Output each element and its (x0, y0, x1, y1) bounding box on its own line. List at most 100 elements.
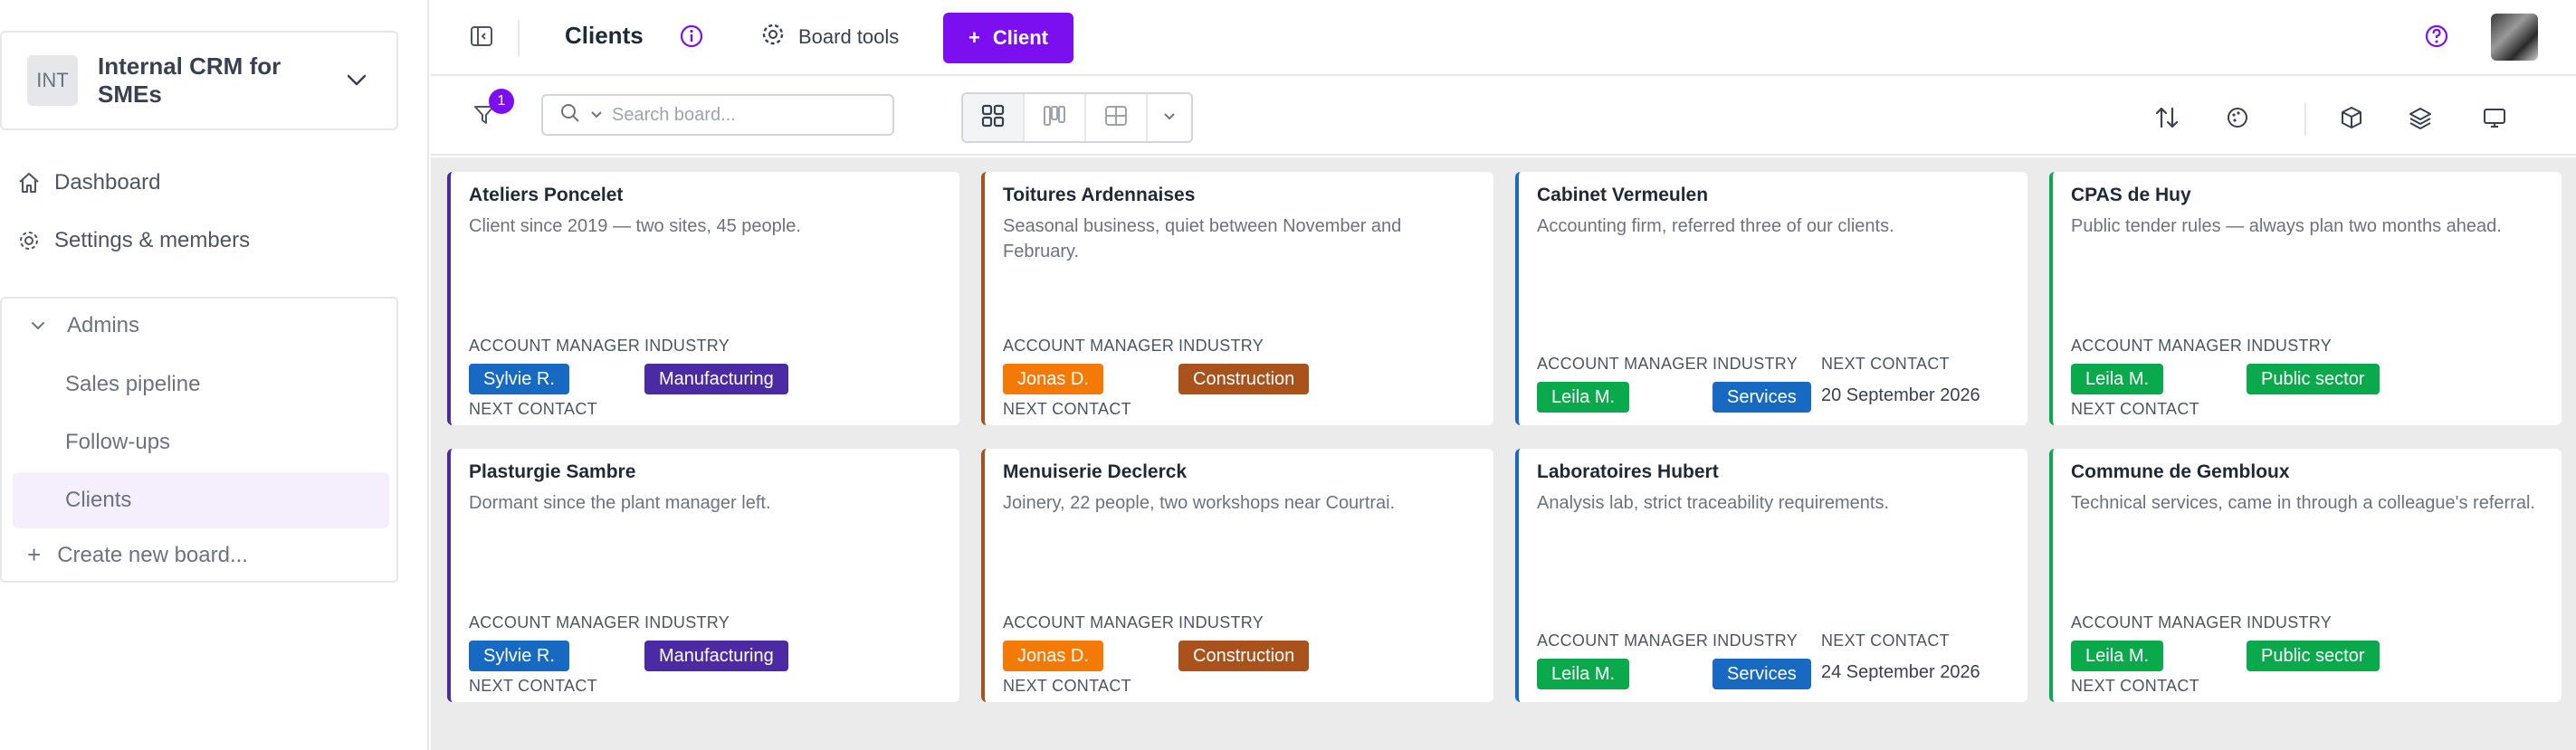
card-title: Commune de Gembloux (2071, 461, 2290, 482)
monitor-icon[interactable] (2478, 101, 2511, 134)
account-manager-tag: Jonas D. (1003, 641, 1103, 671)
board-tools-button[interactable]: Board tools (760, 22, 899, 52)
group-header-admins[interactable]: Admins (31, 313, 139, 338)
chevron-down-icon[interactable] (590, 110, 603, 119)
info-icon[interactable] (679, 24, 704, 49)
create-board-label: Create new board... (57, 542, 248, 567)
field-label-account-manager: ACCOUNT MANAGER (469, 337, 641, 355)
page-title: Clients (565, 22, 644, 49)
field-label-industry: INDUSTRY (1178, 613, 1264, 631)
industry-tag: Construction (1178, 641, 1310, 671)
board-item-follow-ups[interactable]: Follow-ups (13, 414, 389, 470)
nav-settings-label: Settings & members (54, 228, 251, 252)
field-label-industry: INDUSTRY (2247, 337, 2333, 355)
kanban-view-button[interactable] (1025, 94, 1086, 141)
industry-tag: Public sector (2247, 364, 2380, 394)
client-card[interactable]: Toitures Ardennaises Seasonal business, q… (981, 172, 1493, 425)
field-label-next-contact: NEXT CONTACT (1003, 400, 1131, 418)
board-item-sales-pipeline[interactable]: Sales pipeline (13, 356, 389, 413)
sort-icon[interactable] (2151, 101, 2183, 134)
client-card[interactable]: Plasturgie Sambre Dormant since the plant… (447, 449, 959, 702)
add-client-label: Client (992, 26, 1048, 49)
field-label-account-manager: ACCOUNT MANAGER (2071, 613, 2243, 631)
nav-dashboard-label: Dashboard (54, 170, 161, 195)
avatar[interactable] (2491, 14, 2538, 61)
search-box[interactable] (541, 94, 894, 136)
account-manager-tag: Sylvie R. (469, 364, 569, 394)
workspace-avatar: INT (27, 55, 78, 106)
filter-count-badge: 1 (489, 89, 514, 114)
account-manager-tag: Leila M. (1537, 382, 1630, 413)
client-card[interactable]: Commune de Gembloux Technical services, c… (2049, 449, 2562, 702)
nav-settings[interactable]: Settings & members (16, 228, 250, 253)
account-manager-tag: Leila M. (2071, 364, 2164, 394)
nav-dashboard[interactable]: Dashboard (16, 170, 160, 195)
card-description: Dormant since the plant manager left. (469, 493, 771, 513)
workspace-switcher[interactable]: INT Internal CRM for SMEs (0, 31, 398, 130)
client-card[interactable]: Menuiserie Declerck Joinery, 22 people, t… (981, 449, 1493, 702)
kanban-icon (1042, 103, 1067, 133)
industry-tag: Manufacturing (644, 641, 788, 671)
card-title: Laboratoires Hubert (1537, 461, 1719, 482)
palette-icon[interactable] (2221, 101, 2254, 134)
industry-tag: Services (1713, 382, 1811, 413)
chevron-down-icon (1163, 109, 1176, 126)
gear-icon (760, 22, 786, 52)
cube-icon[interactable] (2335, 101, 2368, 134)
help-icon[interactable] (2424, 24, 2449, 49)
card-description: Analysis lab, strict traceability requir… (1537, 493, 1890, 513)
client-card[interactable]: Laboratoires Hubert Analysis lab, strict … (1515, 449, 2027, 702)
account-manager-tag: Leila M. (2071, 641, 2164, 671)
client-card[interactable]: Ateliers Poncelet Client since 2019 — two… (447, 172, 959, 425)
gallery-area: Ateliers Poncelet Client since 2019 — two… (431, 157, 2576, 750)
table-icon (1103, 103, 1129, 133)
sidebar-toggle-icon[interactable] (469, 24, 494, 49)
account-manager-tag: Jonas D. (1003, 364, 1103, 394)
table-view-button[interactable] (1086, 94, 1148, 141)
chevron-down-icon (31, 321, 52, 330)
field-label-account-manager: ACCOUNT MANAGER (469, 613, 641, 631)
card-description: Technical services, came in through a co… (2071, 493, 2535, 513)
field-label-industry: INDUSTRY (1713, 631, 1798, 650)
card-title: Plasturgie Sambre (469, 461, 636, 482)
client-card[interactable]: CPAS de Huy Public tender rules — always … (2049, 172, 2562, 425)
field-label-account-manager: ACCOUNT MANAGER (2071, 337, 2243, 355)
board-tools-label: Board tools (798, 25, 900, 48)
board-item-clients[interactable]: Clients (13, 472, 389, 528)
sidebar: INT Internal CRM for SMEs Dashboard Sett… (0, 0, 429, 750)
industry-tag: Manufacturing (644, 364, 788, 394)
account-manager-tag: Sylvie R. (469, 641, 569, 671)
client-card[interactable]: Cabinet Vermeulen Accounting firm, referr… (1515, 172, 2027, 425)
plus-icon: + (27, 541, 42, 568)
gallery-view-button[interactable] (963, 94, 1025, 141)
field-label-industry: INDUSTRY (644, 613, 730, 631)
field-label-next-contact: NEXT CONTACT (2071, 677, 2199, 695)
plus-icon: + (968, 26, 980, 49)
industry-tag: Construction (1178, 364, 1310, 394)
field-label-industry: INDUSTRY (1713, 355, 1798, 373)
field-label-industry: INDUSTRY (644, 337, 730, 355)
topbar: Clients Board tools + Client (431, 0, 2576, 76)
field-label-industry: INDUSTRY (2247, 613, 2333, 631)
industry-tag: Services (1713, 659, 1811, 689)
toolbar-divider (2304, 103, 2306, 136)
card-description: Public tender rules — always plan two mo… (2071, 216, 2502, 236)
add-client-button[interactable]: + Client (943, 13, 1073, 63)
view-dropdown-button[interactable] (1148, 94, 1191, 141)
field-label-industry: INDUSTRY (1178, 337, 1264, 355)
industry-tag: Public sector (2247, 641, 2380, 671)
create-board-button[interactable]: + Create new board... (27, 541, 248, 569)
view-switcher (961, 92, 1193, 143)
field-label-next-contact: NEXT CONTACT (469, 677, 597, 695)
search-input[interactable] (612, 104, 847, 126)
workspace-name: Internal CRM for SMEs (98, 52, 281, 108)
topbar-divider (518, 20, 520, 56)
card-title: Toitures Ardennaises (1003, 185, 1196, 205)
gear-icon (16, 228, 42, 253)
chevron-down-icon (339, 62, 375, 99)
grid-icon (980, 103, 1006, 133)
field-label-account-manager: ACCOUNT MANAGER (1537, 355, 1709, 373)
field-label-next-contact: NEXT CONTACT (1821, 631, 1950, 650)
card-description: Seasonal business, quiet between Novembe… (1003, 216, 1402, 261)
layers-icon[interactable] (2404, 101, 2437, 134)
